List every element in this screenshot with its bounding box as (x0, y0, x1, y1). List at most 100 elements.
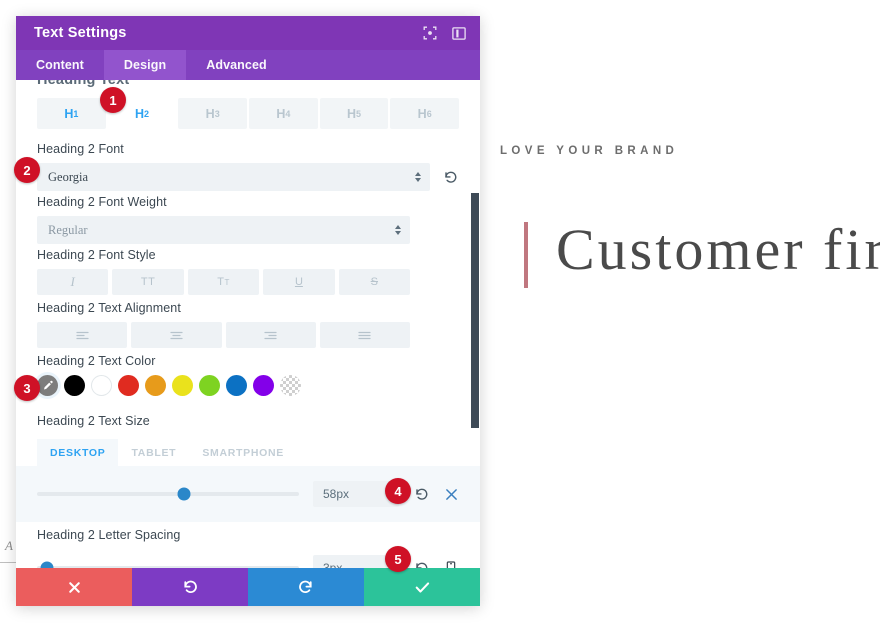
redo-button[interactable] (248, 568, 364, 606)
h2-sub: 2 (144, 108, 150, 119)
swatch-purple[interactable] (253, 375, 274, 396)
step-badge-5-number: 5 (394, 551, 402, 567)
heading-2-font-value: Georgia (48, 169, 89, 184)
text-alignment-button-group (37, 322, 410, 348)
heading-2-text-size-label: Heading 2 Text Size (37, 414, 150, 428)
tab-advanced[interactable]: Advanced (186, 50, 287, 80)
color-picker-swatch[interactable] (37, 375, 58, 396)
reset-heading-2-font-icon[interactable] (441, 168, 459, 186)
field-heading-2-font-weight: Heading 2 Font Weight Regular (16, 195, 480, 244)
heading-2-font-style-label: Heading 2 Font Style (37, 248, 156, 262)
reset-letter-spacing-icon[interactable] (413, 560, 429, 568)
modal-title: Text Settings (34, 25, 127, 41)
field-heading-2-font: Heading 2 Font Georgia (16, 142, 480, 191)
expand-icon[interactable] (422, 26, 437, 41)
device-tab-tablet[interactable]: TABLET (118, 439, 189, 466)
swatch-black[interactable] (64, 375, 85, 396)
h6-sub: 6 (426, 108, 432, 119)
panel-scrollbar-thumb[interactable] (471, 193, 479, 428)
text-size-device-tabs: DESKTOP TABLET SMARTPHONE (16, 439, 480, 466)
heading-2-text-color-label: Heading 2 Text Color (37, 354, 156, 368)
select-stepper-arrows-font (415, 172, 421, 182)
text-settings-modal: Text Settings Content Design Advanced He… (16, 16, 480, 606)
heading-2-font-label: Heading 2 Font (37, 142, 124, 156)
step-badge-3-number: 3 (23, 380, 31, 396)
heading-2-font-select[interactable]: Georgia (37, 163, 430, 191)
letter-spacing-slider-track[interactable] (37, 561, 299, 568)
heading-2-font-weight-select[interactable]: Regular (37, 216, 410, 244)
heading-level-h1[interactable]: H1 (37, 98, 106, 129)
h2-label: H (134, 106, 145, 121)
swatch-green[interactable] (199, 375, 220, 396)
strikethrough-button[interactable]: S (338, 269, 411, 295)
panel-scrollbar-track[interactable] (471, 80, 479, 568)
select-stepper-arrows-weight (395, 225, 401, 235)
font-style-button-group: I TT TT U S (37, 269, 411, 295)
step-badge-4: 4 (385, 478, 411, 504)
heading-level-h4[interactable]: H4 (249, 98, 318, 129)
underline-button[interactable]: U (263, 269, 335, 295)
color-swatch-row (37, 375, 459, 396)
step-badge-2: 2 (14, 157, 40, 183)
heading-2-letter-spacing-label: Heading 2 Letter Spacing (37, 528, 181, 542)
mobile-device-icon[interactable] (443, 560, 459, 568)
field-heading-2-text-alignment: Heading 2 Text Alignment (16, 301, 480, 348)
step-badge-1-number: 1 (109, 92, 117, 108)
step-badge-4-number: 4 (394, 483, 402, 499)
align-right-icon[interactable] (225, 322, 316, 348)
swatch-red[interactable] (118, 375, 139, 396)
device-tab-desktop[interactable]: DESKTOP (37, 439, 119, 466)
reset-text-size-icon[interactable] (413, 486, 429, 502)
tab-design[interactable]: Design (103, 50, 187, 80)
heading-level-h3[interactable]: H3 (178, 98, 248, 129)
modal-header-icons (422, 26, 466, 41)
capitalize-button[interactable]: TT (187, 269, 260, 295)
heading-level-h6[interactable]: H6 (390, 98, 460, 129)
swatch-white[interactable] (91, 375, 112, 396)
clipped-edge-text: E A (0, 538, 14, 553)
h1-label: H (64, 106, 74, 121)
swatch-yellow[interactable] (172, 375, 193, 396)
device-tab-smartphone[interactable]: SMARTPHONE (189, 439, 297, 466)
field-heading-2-text-size: Heading 2 Text Size DESKTOP TABLET SMART… (16, 414, 480, 522)
align-center-icon[interactable] (131, 322, 222, 348)
page-preview: LOVE YOUR BRAND Customer first (480, 0, 880, 626)
italic-button[interactable]: I (37, 269, 109, 295)
preview-heading-block: Customer first (524, 218, 880, 288)
step-badge-3: 3 (14, 375, 40, 401)
modal-tabs: Content Design Advanced (16, 50, 480, 80)
align-justify-icon[interactable] (319, 322, 410, 348)
h1-sub: 1 (73, 108, 79, 119)
cancel-button[interactable] (16, 568, 132, 606)
align-left-icon[interactable] (37, 322, 128, 348)
heading-level-h5[interactable]: H5 (319, 98, 389, 129)
h5-sub: 5 (356, 108, 362, 119)
h3-label: H (205, 106, 215, 121)
undo-button[interactable] (132, 568, 248, 606)
swatch-transparent[interactable] (280, 375, 301, 396)
field-heading-2-font-style: Heading 2 Font Style I TT TT U S (16, 248, 480, 295)
letter-spacing-slider-knob[interactable] (40, 561, 54, 568)
step-badge-1: 1 (100, 87, 126, 113)
preview-heading-text: Customer first (556, 217, 880, 282)
clear-text-size-icon[interactable] (443, 486, 459, 502)
heading-2-font-weight-value: Regular (48, 222, 88, 237)
preview-eyebrow-text: LOVE YOUR BRAND (500, 145, 679, 157)
modal-action-bar (16, 568, 480, 606)
swatch-orange[interactable] (145, 375, 166, 396)
layout-panel-icon[interactable] (451, 26, 466, 41)
uppercase-button[interactable]: TT (112, 269, 184, 295)
swatch-blue[interactable] (226, 375, 247, 396)
h4-sub: 4 (285, 108, 291, 119)
field-heading-2-text-color: Heading 2 Text Color (16, 354, 480, 396)
screen: LOVE YOUR BRAND Customer first E A Text … (0, 0, 880, 626)
text-size-slider-track[interactable] (37, 487, 299, 501)
h5-label: H (347, 106, 357, 121)
text-size-slider-knob[interactable] (177, 487, 191, 501)
heading-2-text-alignment-label: Heading 2 Text Alignment (37, 301, 181, 315)
tab-content[interactable]: Content (16, 50, 104, 80)
h4-label: H (276, 106, 286, 121)
h3-sub: 3 (214, 108, 220, 119)
save-button[interactable] (364, 568, 480, 606)
modal-header: Text Settings (16, 16, 480, 50)
